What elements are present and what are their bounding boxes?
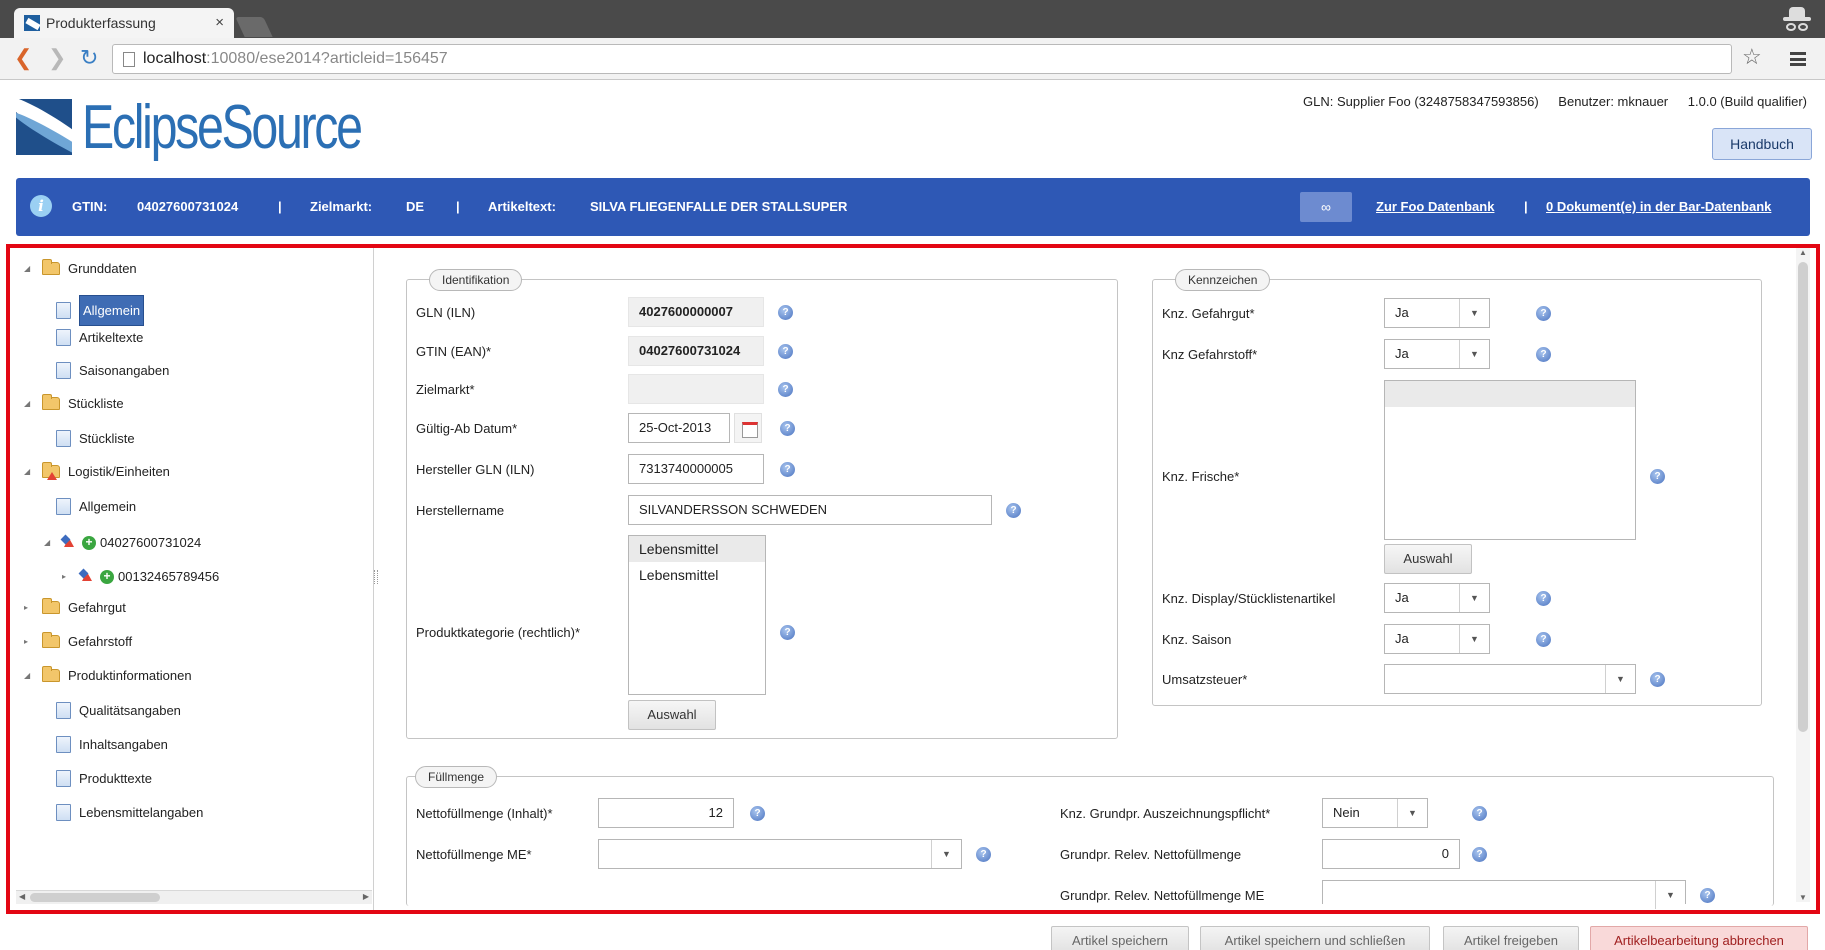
url-host: localhost — [143, 50, 207, 67]
browser-menu-icon[interactable] — [1790, 52, 1806, 66]
bar-database-link[interactable]: 0 Dokument(e) in der Bar-Datenbank — [1546, 199, 1771, 214]
current-user: Benutzer: mknauer — [1558, 94, 1669, 109]
zielmarkt-label: Zielmarkt: — [310, 199, 373, 214]
highlight-frame — [6, 244, 1820, 914]
url-path: :10080/ese2014?articleid=156457 — [206, 50, 448, 67]
gtin-value: 04027600731024 — [137, 199, 239, 214]
new-tab-button[interactable] — [235, 17, 273, 37]
bookmark-star-icon[interactable]: ☆ — [1742, 44, 1762, 70]
artikeltext-value: SILVA FLIEGENFALLE DER STALLSUPER — [590, 199, 848, 214]
release-button[interactable]: Artikel freigeben — [1443, 926, 1579, 950]
save-button[interactable]: Artikel speichern — [1051, 926, 1189, 950]
separator: | — [278, 199, 282, 214]
header-info: GLN: Supplier Foo (3248758347593856) Ben… — [1287, 94, 1807, 109]
address-bar[interactable]: localhost:10080/ese2014?articleid=156457 — [112, 44, 1732, 74]
supplier-gln: GLN: Supplier Foo (3248758347593856) — [1303, 94, 1539, 109]
gtin-label: GTIN: — [72, 199, 108, 214]
link-icon-button[interactable]: ∞ — [1300, 192, 1352, 222]
browser-toolbar: ❮ ❯ ↻ localhost:10080/ese2014?articleid=… — [0, 38, 1825, 80]
logo-mark-icon — [16, 99, 72, 155]
cancel-editing-button[interactable]: Artikelbearbeitung abbrechen — [1590, 926, 1808, 950]
artikeltext-label: Artikeltext: — [488, 199, 556, 214]
handbuch-button[interactable]: Handbuch — [1712, 128, 1812, 160]
browser-titlebar: Produkterfassung × — [0, 0, 1825, 38]
article-info-bar: i GTIN: 04027600731024 | Zielmarkt: DE |… — [16, 178, 1810, 236]
incognito-icon — [1783, 7, 1811, 33]
close-tab-icon[interactable]: × — [215, 14, 224, 31]
info-icon: i — [30, 195, 52, 217]
back-icon[interactable]: ❮ — [14, 46, 32, 70]
logo-text: EclipseSource — [82, 92, 363, 162]
browser-tab[interactable]: Produkterfassung × — [14, 8, 234, 38]
save-and-close-button[interactable]: Artikel speichern und schließen — [1200, 926, 1430, 950]
reload-icon[interactable]: ↻ — [80, 46, 98, 70]
forward-icon[interactable]: ❯ — [48, 46, 66, 70]
eclipsesource-favicon-icon — [24, 15, 40, 31]
zielmarkt-value: DE — [406, 199, 425, 214]
page-icon — [123, 52, 135, 67]
tab-title: Produkterfassung — [46, 15, 156, 31]
foo-database-link[interactable]: Zur Foo Datenbank — [1376, 199, 1494, 214]
separator: | — [456, 199, 460, 214]
app-version: 1.0.0 (Build qualifier) — [1687, 94, 1807, 109]
separator: | — [1524, 199, 1528, 214]
eclipsesource-logo: EclipseSource — [16, 92, 439, 162]
